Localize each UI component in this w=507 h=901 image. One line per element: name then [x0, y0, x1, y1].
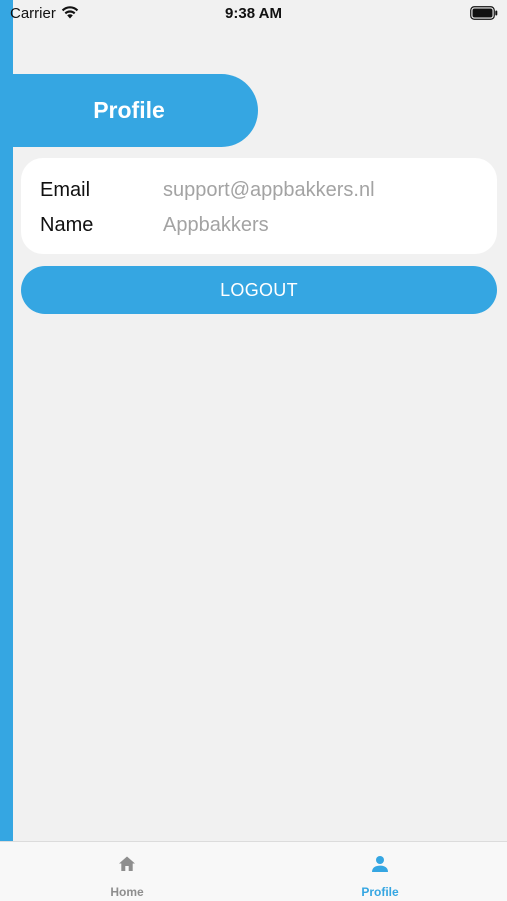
- email-row: Email support@appbakkers.nl: [21, 175, 497, 205]
- email-label: Email: [40, 179, 91, 201]
- tab-home-label: Home: [110, 885, 144, 899]
- logout-button[interactable]: LOGOUT: [21, 266, 497, 314]
- header-banner: Profile: [0, 74, 258, 147]
- status-bar: Carrier 9:38 AM: [0, 0, 507, 28]
- tab-profile[interactable]: Profile: [253, 842, 507, 901]
- tab-profile-label: Profile: [361, 885, 399, 899]
- battery-icon: [470, 6, 498, 20]
- clock-time: 9:38 AM: [225, 5, 282, 22]
- name-row: Name Appbakkers: [21, 210, 497, 240]
- profile-card: Email support@appbakkers.nl Name Appbakk…: [21, 158, 497, 254]
- page-title: Profile: [93, 97, 165, 123]
- tab-bar: Home Profile: [0, 841, 507, 901]
- person-icon: [370, 854, 390, 874]
- home-icon: [117, 854, 137, 874]
- name-label: Name: [40, 214, 94, 236]
- email-value: support@appbakkers.nl: [163, 179, 375, 201]
- tab-home[interactable]: Home: [0, 842, 254, 901]
- name-value: Appbakkers: [163, 214, 269, 236]
